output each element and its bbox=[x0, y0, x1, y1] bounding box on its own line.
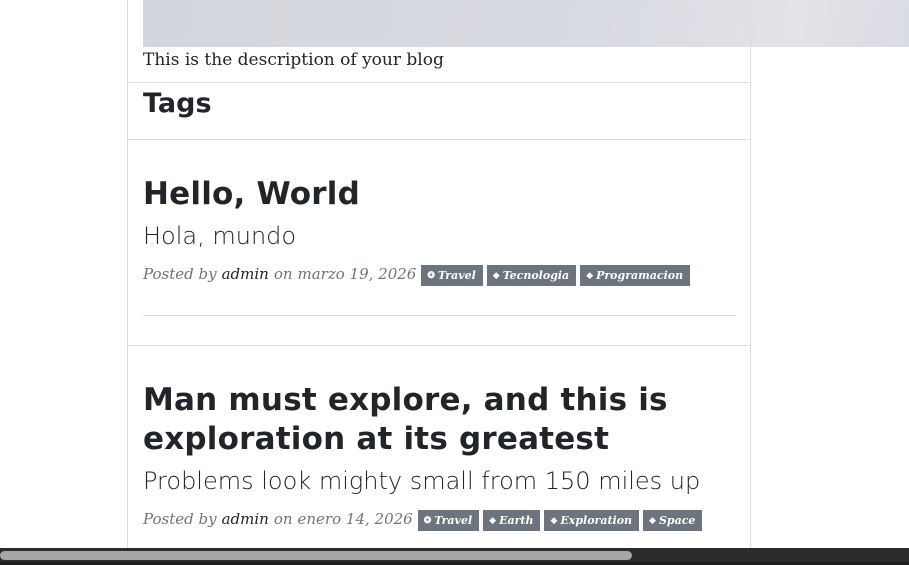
tag-label: Space bbox=[658, 514, 696, 527]
globe-icon: ❂ bbox=[427, 270, 435, 281]
author-link[interactable]: admin bbox=[222, 510, 269, 528]
globe-icon: ❂ bbox=[423, 515, 432, 526]
tag-icon: ◆ bbox=[492, 270, 500, 281]
tag-icon: ◆ bbox=[586, 270, 594, 281]
tag-label: Travel bbox=[437, 269, 476, 282]
horizontal-scrollbar-thumb[interactable] bbox=[0, 551, 632, 560]
divider bbox=[128, 345, 750, 346]
tag-label: Programacion bbox=[596, 269, 684, 282]
tag-badge-exploration[interactable]: ◆ Exploration bbox=[544, 510, 640, 531]
tag-label: Tecnologia bbox=[502, 269, 570, 282]
tag-badge-travel[interactable]: ❂ Travel bbox=[421, 265, 483, 286]
tag-icon: ◆ bbox=[489, 515, 497, 526]
date-prefix: on bbox=[273, 510, 293, 528]
blog-description: This is the description of your blog bbox=[143, 50, 444, 70]
post-meta: Posted by admin on marzo 19, 2026 ❂ Trave… bbox=[143, 262, 694, 286]
post-title-link[interactable]: Hello, World bbox=[143, 175, 743, 214]
tags-heading: Tags bbox=[143, 88, 212, 119]
tag-icon: ◆ bbox=[550, 515, 558, 526]
post-title-link[interactable]: Man must explore, and this is exploratio… bbox=[143, 381, 703, 459]
tag-badge-space[interactable]: ◆ Space bbox=[643, 510, 703, 531]
date-prefix: on bbox=[273, 265, 293, 283]
author-link[interactable]: admin bbox=[222, 265, 269, 283]
tag-label: Earth bbox=[499, 514, 534, 527]
post-date: marzo 19, 2026 bbox=[297, 265, 417, 283]
tag-icon: ◆ bbox=[649, 515, 656, 526]
posted-by-label: Posted by bbox=[143, 265, 217, 283]
tag-badge-travel[interactable]: ❂ Travel bbox=[417, 510, 480, 531]
divider bbox=[128, 139, 750, 140]
tag-badge-programacion[interactable]: ◆ Programacion bbox=[580, 265, 691, 286]
post-meta: Posted by admin on enero 14, 2026 ❂ Trave… bbox=[143, 507, 706, 531]
tag-label: Exploration bbox=[560, 514, 633, 527]
post-subtitle: Hola, mundo bbox=[143, 222, 297, 250]
post-divider bbox=[143, 315, 736, 316]
posted-by-label: Posted by bbox=[143, 510, 217, 528]
divider bbox=[128, 82, 750, 83]
blog-page: This is the description of your blog Tag… bbox=[0, 0, 909, 565]
tag-badge-earth[interactable]: ◆ Earth bbox=[483, 510, 541, 531]
post-subtitle: Problems look mighty small from 150 mile… bbox=[143, 467, 701, 495]
tag-badge-tecnologia[interactable]: ◆ Tecnologia bbox=[486, 265, 577, 286]
tag-label: Travel bbox=[434, 514, 473, 527]
post-date: enero 14, 2026 bbox=[297, 510, 413, 528]
